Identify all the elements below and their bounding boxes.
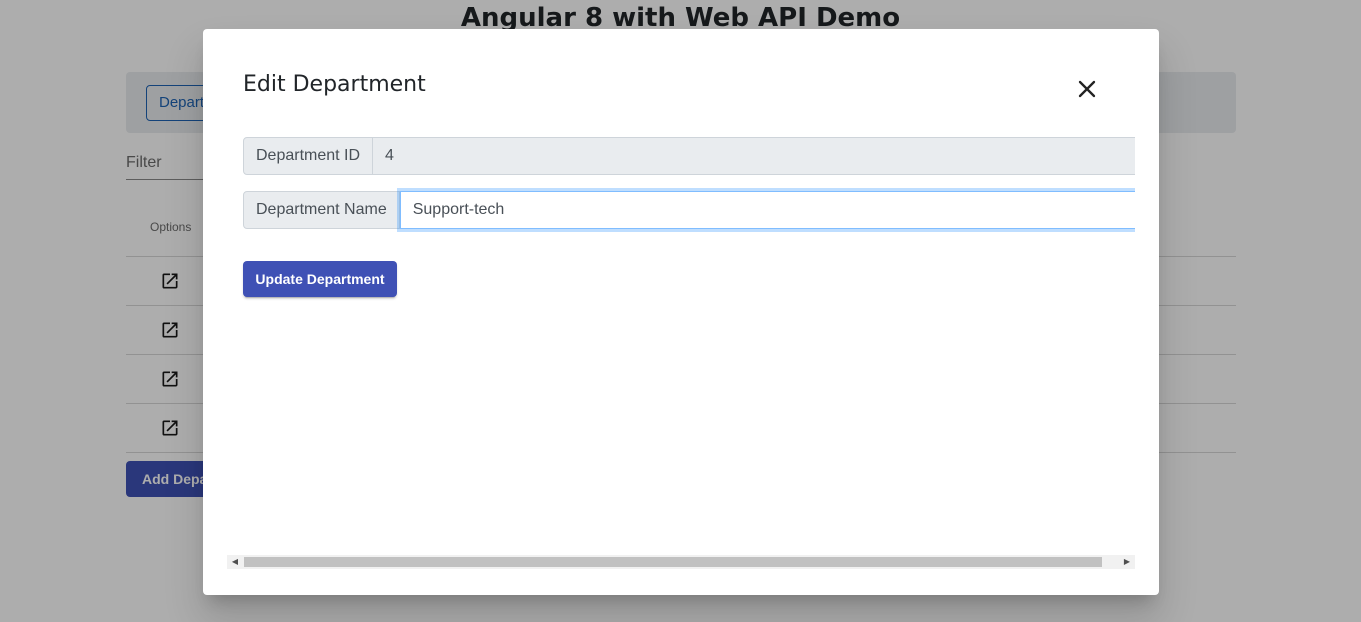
dialog-title: Edit Department <box>243 72 426 97</box>
department-id-group: Department ID 4 <box>243 137 1135 175</box>
scroll-thumb[interactable] <box>244 557 1102 567</box>
department-id-field: 4 <box>373 137 1135 175</box>
scroll-right-arrow-icon[interactable]: ▶ <box>1119 555 1135 569</box>
close-icon[interactable] <box>1073 75 1101 103</box>
department-name-label: Department Name <box>243 191 400 229</box>
department-name-group: Department Name <box>243 191 1135 229</box>
dialog-content: Department ID 4 Department Name Update D… <box>227 129 1135 551</box>
update-department-button[interactable]: Update Department <box>243 261 397 297</box>
department-name-input[interactable] <box>399 191 1135 229</box>
horizontal-scrollbar[interactable]: ◀ ▶ <box>227 555 1135 569</box>
edit-department-dialog: Edit Department Department ID 4 Departme… <box>203 29 1159 595</box>
scroll-left-arrow-icon[interactable]: ◀ <box>227 555 243 569</box>
department-id-label: Department ID <box>243 137 374 175</box>
